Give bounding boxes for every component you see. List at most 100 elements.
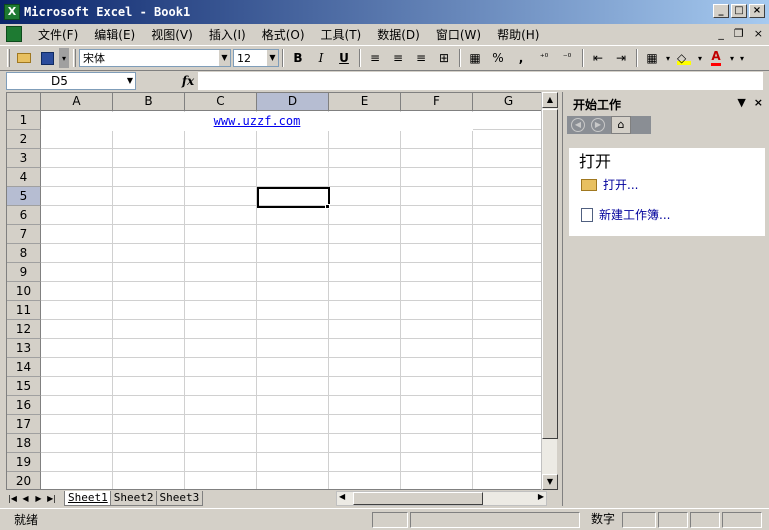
worksheet-grid[interactable]: ABCDEFG 1 2 3 4 5 6 7 8 9 10 11 12 13 14 15 16 17 18 19 20 … xyxy=(6,92,557,490)
increase-indent-icon[interactable]: ⇥ xyxy=(610,48,632,68)
row-header-20[interactable]: 20 xyxy=(7,472,41,489)
percent-button[interactable]: % xyxy=(487,48,509,68)
row-header-13[interactable]: 13 xyxy=(7,339,41,358)
doc-close-icon[interactable]: × xyxy=(754,27,763,40)
row-header-6[interactable]: 6 xyxy=(7,206,41,225)
column-header-d[interactable]: D xyxy=(257,93,329,111)
back-arrow-icon[interactable]: ◀ xyxy=(571,118,585,132)
align-center-icon[interactable]: ≡ xyxy=(387,48,409,68)
italic-button[interactable]: I xyxy=(310,48,332,68)
chevron-down-icon[interactable]: ▼ xyxy=(127,73,133,89)
borders-icon[interactable]: ▦ xyxy=(641,48,663,68)
home-icon[interactable]: ⌂ xyxy=(611,116,631,134)
vertical-scrollbar[interactable]: ▲ ▼ xyxy=(541,92,558,490)
row-header-14[interactable]: 14 xyxy=(7,358,41,377)
tab-sheet3[interactable]: Sheet3 xyxy=(155,490,204,506)
menu-insert[interactable]: 插入(I) xyxy=(201,26,254,43)
column-header-b[interactable]: B xyxy=(113,93,185,111)
underline-button[interactable]: U xyxy=(333,48,355,68)
excel-app-icon[interactable]: X xyxy=(4,4,20,20)
currency-icon[interactable]: ▦ xyxy=(464,48,486,68)
toolbar-options-chevron-icon[interactable]: ▾ xyxy=(737,48,747,68)
comma-button[interactable]: , xyxy=(510,48,532,68)
row-header-4[interactable]: 4 xyxy=(7,168,41,187)
row-header-18[interactable]: 18 xyxy=(7,434,41,453)
select-all-corner[interactable] xyxy=(7,93,41,111)
column-header-c[interactable]: C xyxy=(185,93,257,111)
font-color-icon[interactable]: A xyxy=(705,48,727,68)
last-sheet-icon[interactable]: ▶| xyxy=(45,494,58,503)
maximize-button[interactable]: □ xyxy=(731,4,747,18)
chevron-down-icon[interactable]: ▼ xyxy=(266,50,278,66)
font-name-select[interactable]: 宋体 ▼ xyxy=(79,49,231,67)
menu-view[interactable]: 视图(V) xyxy=(143,26,201,43)
chevron-down-icon[interactable]: ▼ xyxy=(218,50,230,66)
column-header-g[interactable]: G xyxy=(473,93,545,111)
vertical-scroll-thumb[interactable] xyxy=(542,109,558,439)
row-header-17[interactable]: 17 xyxy=(7,415,41,434)
title-bar[interactable]: X Microsoft Excel - Book1 _ □ × xyxy=(0,0,769,24)
increase-decimal-icon[interactable]: ⁺⁰ xyxy=(533,48,555,68)
next-sheet-icon[interactable]: ▶ xyxy=(32,494,45,503)
menu-window[interactable]: 窗口(W) xyxy=(428,26,489,43)
doc-minimize-icon[interactable]: _ xyxy=(718,27,724,40)
scroll-up-arrow-icon[interactable]: ▲ xyxy=(542,92,558,108)
bold-button[interactable]: B xyxy=(287,48,309,68)
align-right-icon[interactable]: ≡ xyxy=(410,48,432,68)
toolbar-grip-2[interactable] xyxy=(73,49,76,67)
task-pane-close-icon[interactable]: × xyxy=(754,96,763,109)
chevron-down-icon[interactable]: ▾ xyxy=(728,48,736,68)
row-header-15[interactable]: 15 xyxy=(7,377,41,396)
insert-function-icon[interactable]: fx xyxy=(178,74,198,88)
menu-format[interactable]: 格式(O) xyxy=(254,26,313,43)
align-left-icon[interactable]: ≡ xyxy=(364,48,386,68)
horizontal-scroll-thumb[interactable] xyxy=(353,492,483,505)
cell-a1-hyperlink[interactable]: www.uzzf.com xyxy=(41,112,473,131)
toolbar-grip[interactable] xyxy=(7,49,10,67)
merge-center-icon[interactable]: ⊞ xyxy=(433,48,455,68)
row-header-3[interactable]: 3 xyxy=(7,149,41,168)
row-header-12[interactable]: 12 xyxy=(7,320,41,339)
column-header-f[interactable]: F xyxy=(401,93,473,111)
formula-input[interactable] xyxy=(198,72,763,90)
row-header-19[interactable]: 19 xyxy=(7,453,41,472)
toolbar-options-chevron-icon[interactable]: ▾ xyxy=(59,48,69,68)
menu-data[interactable]: 数据(D) xyxy=(369,26,428,43)
row-header-16[interactable]: 16 xyxy=(7,396,41,415)
workbook-icon[interactable] xyxy=(6,26,22,42)
new-workbook-link[interactable]: 新建工作簿... xyxy=(581,206,670,223)
scroll-left-arrow-icon[interactable]: ◀ xyxy=(339,492,345,501)
row-header-10[interactable]: 10 xyxy=(7,282,41,301)
first-sheet-icon[interactable]: |◀ xyxy=(6,494,19,503)
horizontal-scrollbar[interactable]: ◀ ▶ xyxy=(336,491,547,506)
open-folder-icon[interactable] xyxy=(13,48,35,68)
row-header-8[interactable]: 8 xyxy=(7,244,41,263)
prev-sheet-icon[interactable]: ◀ xyxy=(19,494,32,503)
scroll-down-arrow-icon[interactable]: ▼ xyxy=(542,474,558,490)
menu-tools[interactable]: 工具(T) xyxy=(313,26,370,43)
decrease-decimal-icon[interactable]: ⁻⁰ xyxy=(556,48,578,68)
forward-arrow-icon[interactable]: ▶ xyxy=(591,118,605,132)
column-header-e[interactable]: E xyxy=(329,93,401,111)
minimize-button[interactable]: _ xyxy=(713,4,729,18)
row-header-9[interactable]: 9 xyxy=(7,263,41,282)
row-header-11[interactable]: 11 xyxy=(7,301,41,320)
menu-help[interactable]: 帮助(H) xyxy=(489,26,547,43)
decrease-indent-icon[interactable]: ⇤ xyxy=(587,48,609,68)
chevron-down-icon[interactable]: ▾ xyxy=(664,48,672,68)
column-header-a[interactable]: A xyxy=(41,93,113,111)
close-button[interactable]: × xyxy=(749,4,765,18)
font-size-select[interactable]: 12 ▼ xyxy=(233,49,279,67)
name-box[interactable]: D5 ▼ xyxy=(6,72,136,90)
row-header-1[interactable]: 1 xyxy=(7,111,41,130)
open-workbook-link[interactable]: 打开... xyxy=(581,176,638,193)
scroll-right-arrow-icon[interactable]: ▶ xyxy=(538,492,544,501)
menu-edit[interactable]: 编辑(E) xyxy=(86,26,143,43)
fill-color-icon[interactable]: ◇ xyxy=(673,48,695,68)
menu-file[interactable]: 文件(F) xyxy=(30,26,86,43)
chevron-down-icon[interactable]: ▾ xyxy=(696,48,704,68)
doc-restore-icon[interactable]: ❐ xyxy=(734,27,744,40)
fill-handle[interactable] xyxy=(325,204,330,209)
task-pane-menu-icon[interactable]: ▼ xyxy=(737,96,745,109)
row-header-7[interactable]: 7 xyxy=(7,225,41,244)
